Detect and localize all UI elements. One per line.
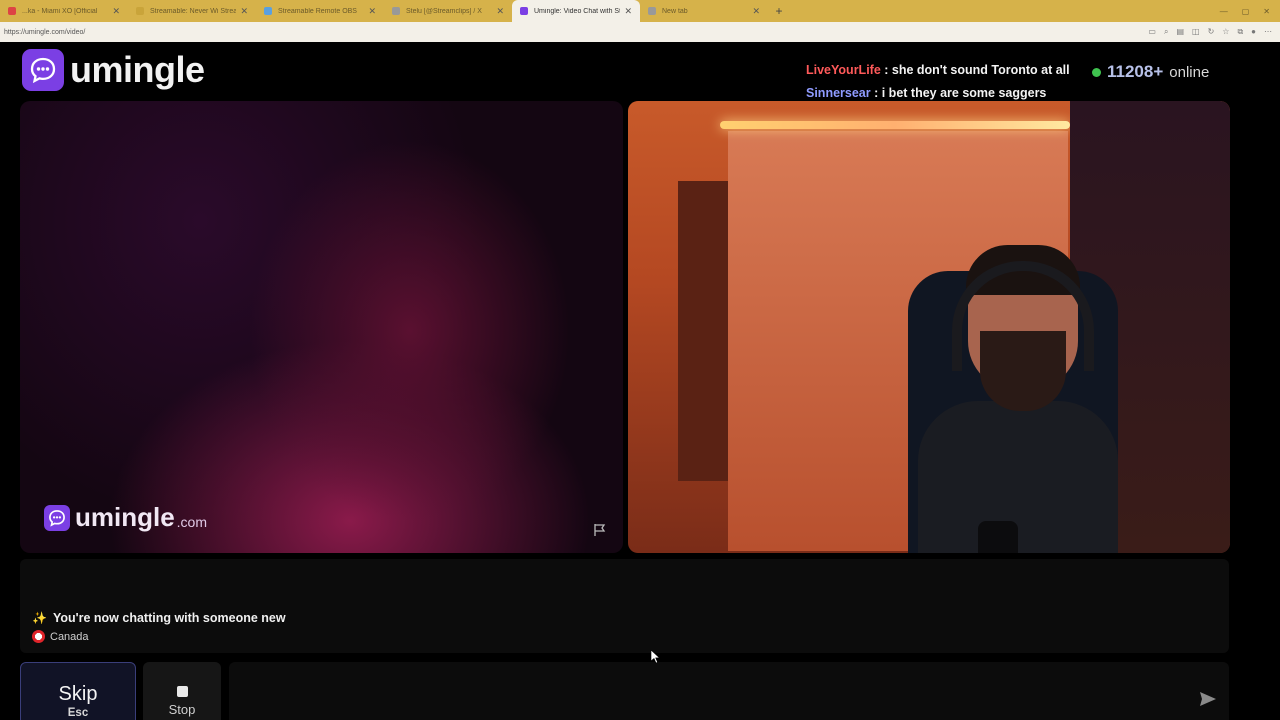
- logo-text: umingle: [70, 49, 205, 90]
- tab-favicon-icon: [136, 7, 144, 15]
- browser-tab[interactable]: New tab ✕: [640, 0, 768, 22]
- chat-message: LiveYourLife : she don't sound Toronto a…: [806, 59, 1070, 82]
- online-status-icon: [1092, 67, 1101, 77]
- browser-tab-active[interactable]: Umingle: Video Chat with Stra ✕: [512, 0, 640, 22]
- tab-favicon-icon: [264, 7, 272, 15]
- skip-label: Skip: [58, 683, 98, 705]
- self-video: [628, 101, 1230, 553]
- close-icon[interactable]: ✕: [496, 6, 504, 17]
- browser-tab[interactable]: ...ka - Miami XO [Official ✕: [0, 0, 128, 22]
- status-text: You're now chatting with someone new: [52, 611, 286, 625]
- watermark-suffix: .com: [176, 513, 208, 530]
- video-door: [678, 181, 728, 481]
- country-name: Canada: [50, 630, 89, 643]
- chat-username: LiveYourLife: [806, 63, 881, 77]
- chat-text: : she don't sound Toronto at all: [880, 63, 1070, 77]
- bookmark-star-icon[interactable]: ☆: [1222, 27, 1229, 37]
- tab-favicon-icon: [520, 7, 528, 15]
- online-label: online: [1169, 63, 1210, 81]
- skip-button[interactable]: Skip Esc: [20, 662, 136, 720]
- address-bar-icons: ▭ ⌕ ▤ ◫ ↻ ☆ ⧉ ● ⋯: [1148, 27, 1276, 37]
- zoom-icon[interactable]: ⌕: [1164, 27, 1168, 37]
- chat-text: : i bet they are some saggers: [870, 86, 1047, 100]
- address-bar: https://umingle.com/video/ ▭ ⌕ ▤ ◫ ↻ ☆ ⧉…: [0, 22, 1280, 42]
- close-icon[interactable]: ✕: [368, 6, 376, 17]
- watermark-text: umingle: [75, 502, 175, 532]
- online-count: 11208+: [1107, 62, 1164, 81]
- browser-tab[interactable]: Stelu [@Streamclips] / X ✕: [384, 0, 512, 22]
- browser-tab[interactable]: Streamable Remote OBS ✕: [256, 0, 384, 22]
- window-controls: — ▢ ✕: [1220, 7, 1280, 16]
- close-icon[interactable]: ✕: [752, 6, 760, 17]
- extensions-icon[interactable]: ⧉: [1237, 27, 1243, 37]
- screenshot-icon[interactable]: ◫: [1192, 27, 1200, 37]
- mouse-cursor-icon: [651, 650, 661, 664]
- new-tab-button[interactable]: +: [768, 4, 790, 18]
- send-icon[interactable]: [1199, 690, 1217, 708]
- stop-icon: [176, 686, 188, 697]
- canada-flag-icon: [32, 630, 45, 643]
- cast-icon[interactable]: ▭: [1148, 27, 1156, 37]
- video-watermark: umingle .com: [44, 502, 207, 533]
- skip-shortcut-key: Esc: [67, 707, 89, 719]
- close-icon[interactable]: ✕: [240, 6, 248, 17]
- minimize-icon[interactable]: —: [1220, 7, 1228, 16]
- maximize-icon[interactable]: ▢: [1242, 7, 1250, 16]
- chat-bubble-icon: [22, 49, 64, 91]
- report-flag-icon[interactable]: [593, 523, 607, 537]
- reader-icon[interactable]: ▤: [1176, 27, 1184, 37]
- menu-dots-icon[interactable]: ⋯: [1264, 27, 1272, 37]
- browser-tab[interactable]: Streamable: Never Wi Stream Wi✕: [128, 0, 256, 22]
- site-logo[interactable]: umingle: [22, 49, 205, 91]
- close-icon[interactable]: ✕: [112, 6, 120, 17]
- status-message: ✨ You're now chatting with someone new: [32, 611, 286, 625]
- stranger-country: Canada: [32, 630, 89, 643]
- stop-label: Stop: [168, 702, 196, 717]
- tab-favicon-icon: [392, 7, 400, 15]
- message-input[interactable]: [239, 678, 1179, 718]
- online-counter: 11208+ online: [1092, 62, 1209, 82]
- stop-button[interactable]: Stop: [143, 662, 221, 720]
- chat-bubble-icon: [44, 504, 70, 531]
- close-icon[interactable]: ✕: [624, 6, 632, 17]
- chat-username: Sinnersear: [806, 86, 871, 100]
- profile-icon[interactable]: ●: [1251, 27, 1256, 37]
- chat-status-panel: [20, 559, 1229, 653]
- refresh-icon[interactable]: ↻: [1208, 27, 1215, 37]
- chat-message-list: LiveYourLife : she don't sound Toronto a…: [806, 59, 1070, 105]
- close-window-icon[interactable]: ✕: [1263, 7, 1270, 16]
- tab-favicon-icon: [648, 7, 656, 15]
- led-strip: [720, 121, 1070, 129]
- streamer-figure: [918, 245, 1118, 553]
- url-field[interactable]: https://umingle.com/video/: [4, 29, 85, 36]
- stranger-video: umingle .com: [20, 101, 623, 553]
- sparkle-icon: ✨: [32, 611, 47, 625]
- tab-favicon-icon: [8, 7, 16, 15]
- microphone-icon: [978, 521, 1018, 553]
- message-composer: [229, 662, 1229, 720]
- browser-tab-bar: ...ka - Miami XO [Official ✕ Streamable: …: [0, 0, 1280, 22]
